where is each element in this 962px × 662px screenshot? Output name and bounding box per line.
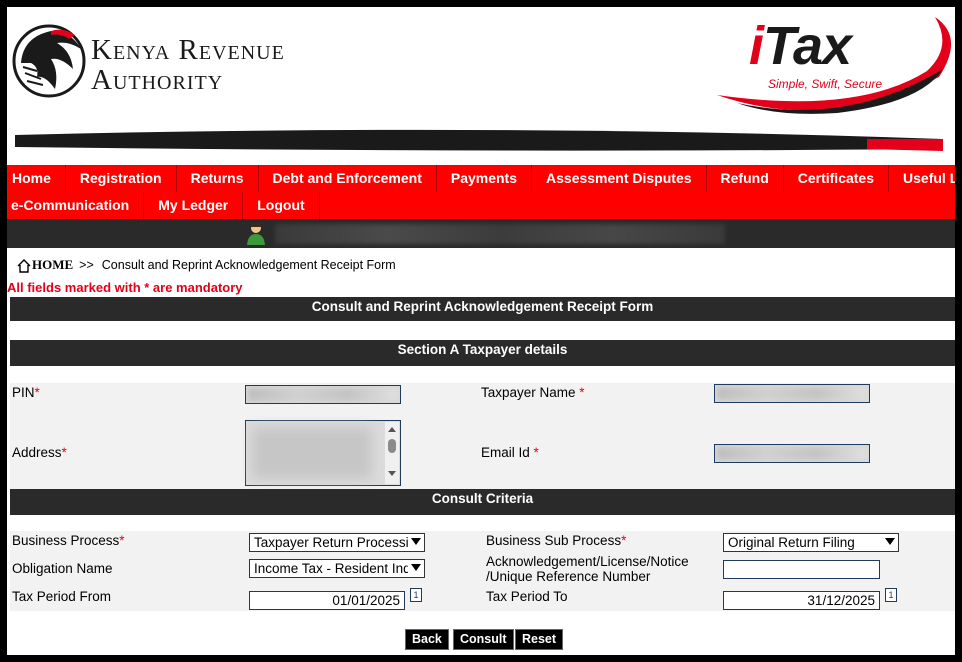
nav-my-ledger[interactable]: My Ledger bbox=[144, 192, 244, 219]
form-title: Consult and Reprint Acknowledgement Rece… bbox=[10, 297, 955, 321]
business-process-label: Business Process* bbox=[12, 533, 125, 548]
nav-e-communication[interactable]: e-Communication bbox=[7, 192, 145, 219]
nav-refund[interactable]: Refund bbox=[707, 165, 784, 192]
main-nav: Home Registration Returns Debt and Enfor… bbox=[7, 165, 955, 219]
calendar-icon[interactable]: 1 bbox=[885, 588, 897, 602]
kra-lion-logo-icon bbox=[12, 24, 86, 98]
email-required-mark: * bbox=[533, 445, 539, 460]
period-to-input[interactable]: 31/12/2025 bbox=[723, 591, 880, 610]
chevron-down-icon bbox=[885, 538, 895, 545]
itax-logo-text: iTax bbox=[749, 16, 852, 76]
taxpayer-name-required-mark: * bbox=[579, 385, 585, 400]
back-button[interactable]: Back bbox=[405, 629, 449, 650]
email-label: Email Id * bbox=[481, 445, 539, 460]
ack-number-input[interactable] bbox=[723, 560, 880, 579]
kra-name-line2: Authority bbox=[91, 64, 224, 96]
page-frame: Kenya Revenue Authority iTax Simple, Swi… bbox=[7, 7, 955, 655]
pin-label-text: PIN bbox=[12, 385, 35, 400]
mandatory-note: All fields marked with * are mandatory bbox=[7, 280, 243, 295]
kra-name-line1: Kenya Revenue bbox=[91, 34, 285, 66]
nav-debt-enforcement[interactable]: Debt and Enforcement bbox=[259, 165, 437, 192]
nav-assessment-disputes[interactable]: Assessment Disputes bbox=[532, 165, 707, 192]
breadcrumb-separator: >> bbox=[79, 258, 94, 272]
scroll-down-icon[interactable] bbox=[388, 471, 396, 476]
business-process-value: Taxpayer Return Processing bbox=[254, 535, 424, 550]
business-sub-process-label: Business Sub Process* bbox=[486, 533, 626, 548]
business-sub-process-select[interactable]: Original Return Filing bbox=[723, 533, 899, 552]
obligation-select[interactable]: Income Tax - Resident Individual bbox=[249, 559, 425, 578]
kra-name: Kenya Revenue Authority bbox=[91, 35, 285, 95]
pin-row: PIN* Taxpayer Name * bbox=[10, 383, 955, 416]
obligation-label: Obligation Name bbox=[12, 561, 113, 576]
user-info-redacted bbox=[275, 224, 725, 244]
address-textarea[interactable] bbox=[245, 420, 401, 486]
email-label-text: Email Id bbox=[481, 445, 534, 460]
business-process-label-text: Business Process bbox=[12, 533, 120, 548]
business-sub-process-value: Original Return Filing bbox=[728, 535, 855, 550]
nav-payments[interactable]: Payments bbox=[437, 165, 533, 192]
nav-row-1: Home Registration Returns Debt and Enfor… bbox=[7, 165, 955, 192]
nav-useful-links[interactable]: Useful Links bbox=[889, 165, 955, 192]
obligation-value: Income Tax - Resident Individual bbox=[254, 561, 424, 576]
business-process-required-mark: * bbox=[119, 533, 125, 548]
period-from-label: Tax Period From bbox=[12, 589, 112, 604]
business-sub-process-label-text: Business Sub Process bbox=[486, 533, 622, 548]
business-process-row: Business Process* Taxpayer Return Proces… bbox=[10, 531, 955, 555]
itax-tagline: Simple, Swift, Secure bbox=[768, 77, 883, 91]
home-icon bbox=[17, 259, 31, 273]
breadcrumb-home[interactable]: HOME bbox=[17, 257, 73, 273]
period-to-label: Tax Period To bbox=[486, 589, 568, 604]
nav-logout[interactable]: Logout bbox=[243, 192, 320, 219]
calendar-icon[interactable]: 1 bbox=[410, 588, 422, 602]
business-sub-process-required-mark: * bbox=[621, 533, 627, 548]
breadcrumb-home-label: HOME bbox=[32, 257, 74, 272]
nav-returns[interactable]: Returns bbox=[177, 165, 259, 192]
nav-registration[interactable]: Registration bbox=[66, 165, 177, 192]
section-a-title: Section A Taxpayer details bbox=[10, 340, 955, 366]
breadcrumb: HOME >> Consult and Reprint Acknowledgem… bbox=[17, 257, 396, 273]
chevron-down-icon bbox=[411, 564, 421, 571]
address-scrollbar[interactable] bbox=[385, 422, 399, 484]
nav-certificates[interactable]: Certificates bbox=[784, 165, 890, 192]
nav-row-2: e-Communication My Ledger Logout bbox=[7, 192, 955, 219]
pin-required-mark: * bbox=[34, 385, 40, 400]
nav-home[interactable]: Home bbox=[7, 165, 66, 192]
pin-field[interactable] bbox=[245, 385, 401, 404]
address-label-text: Address bbox=[12, 445, 62, 460]
address-label: Address* bbox=[12, 445, 67, 460]
taxpayer-name-label: Taxpayer Name * bbox=[481, 385, 585, 400]
breadcrumb-current: Consult and Reprint Acknowledgement Rece… bbox=[101, 258, 396, 272]
email-field[interactable] bbox=[714, 444, 870, 463]
ack-label: Acknowledgement/License/Notice /Unique R… bbox=[486, 554, 689, 584]
business-process-select[interactable]: Taxpayer Return Processing bbox=[249, 533, 425, 552]
scroll-up-icon[interactable] bbox=[388, 427, 396, 432]
reset-button[interactable]: Reset bbox=[515, 629, 564, 650]
address-row: Address* Email Id * bbox=[10, 416, 955, 489]
user-bar bbox=[7, 219, 955, 248]
header: Kenya Revenue Authority iTax Simple, Swi… bbox=[7, 7, 955, 165]
user-avatar-icon bbox=[247, 222, 265, 245]
tax-period-row: Tax Period From 01/01/2025 1 Tax Period … bbox=[10, 585, 955, 611]
consult-button[interactable]: Consult bbox=[453, 629, 514, 650]
consult-criteria-title: Consult Criteria bbox=[10, 489, 955, 515]
pin-label: PIN* bbox=[12, 385, 40, 400]
ack-label-line1: Acknowledgement/License/Notice bbox=[486, 554, 689, 569]
taxpayer-name-field[interactable] bbox=[714, 384, 870, 403]
address-required-mark: * bbox=[61, 445, 67, 460]
obligation-row: Obligation Name Income Tax - Resident In… bbox=[10, 554, 955, 585]
address-redacted bbox=[252, 427, 372, 479]
period-from-input[interactable]: 01/01/2025 bbox=[249, 591, 405, 610]
scroll-thumb[interactable] bbox=[388, 439, 396, 453]
taxpayer-name-label-text: Taxpayer Name bbox=[481, 385, 580, 400]
header-swoosh-icon bbox=[15, 129, 943, 151]
chevron-down-icon bbox=[411, 538, 421, 545]
ack-label-line2: /Unique Reference Number bbox=[486, 569, 651, 584]
